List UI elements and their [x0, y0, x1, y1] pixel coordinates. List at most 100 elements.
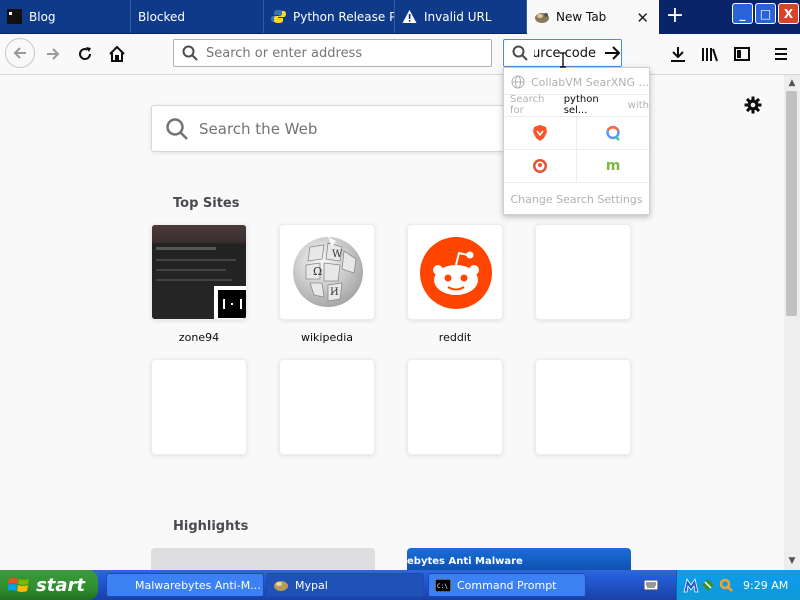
address-input[interactable] — [204, 44, 488, 62]
zone94-favicon — [214, 286, 246, 319]
windows-taskbar: start Malwarebytes Anti-M... Mypal C:\ C… — [0, 570, 800, 600]
start-label: start — [36, 574, 85, 596]
wikipedia-globe-icon: Ω W И — [293, 237, 363, 307]
library-button[interactable] — [696, 40, 724, 68]
sidebar-icon — [734, 47, 750, 61]
globe-icon — [511, 75, 525, 89]
network-tray-icon[interactable] — [701, 578, 715, 592]
reddit-logo-icon — [420, 237, 492, 309]
tab-label: New Tab — [556, 10, 607, 24]
engine-duckduckgo-button[interactable] — [504, 149, 577, 182]
top-site-wikipedia[interactable]: Ω W И — [279, 224, 375, 320]
scroll-up-arrow-icon[interactable]: ▲ — [786, 77, 798, 89]
tab-invalid-url[interactable]: Invalid URL — [395, 0, 527, 33]
highlight-card-title: ebytes Anti Malware — [407, 556, 523, 567]
mypal-icon — [534, 10, 549, 25]
go-arrow-icon[interactable] — [604, 45, 622, 61]
keyboard-icon[interactable] — [644, 580, 658, 590]
tab-label: Invalid URL — [424, 9, 492, 24]
mypal-icon — [274, 581, 288, 591]
terminal-icon — [7, 9, 22, 24]
top-site-empty[interactable] — [151, 359, 247, 455]
warning-icon — [402, 9, 417, 24]
command-prompt-icon: C:\ — [435, 578, 451, 592]
top-site-empty[interactable] — [535, 224, 631, 320]
duckduckgo-icon — [533, 159, 547, 173]
tab-blog[interactable]: Blog — [0, 0, 131, 33]
back-button[interactable] — [5, 38, 35, 68]
taskbar-item-mypal[interactable]: Mypal — [266, 573, 424, 597]
tab-new-tab[interactable]: New Tab ✕ — [527, 0, 659, 34]
engine-mojeek-button[interactable]: m — [577, 149, 649, 182]
change-search-settings-label: Change Search Settings — [510, 192, 643, 206]
close-window-button[interactable]: X — [778, 3, 799, 24]
top-site-empty[interactable] — [279, 359, 375, 455]
system-tray: 9:29 AM — [676, 570, 800, 600]
top-site-zone94[interactable] — [151, 224, 247, 320]
address-bar[interactable] — [173, 39, 492, 67]
taskbar-item-label: Command Prompt — [457, 578, 557, 592]
tab-label: Blog — [29, 9, 56, 24]
python-icon — [271, 9, 286, 24]
tab-label: Python Release Py — [293, 9, 395, 24]
search-for-query: python sel... — [563, 94, 599, 116]
navigation-toolbar — [0, 34, 800, 75]
tab-blocked[interactable]: Blocked — [131, 0, 264, 33]
settings-gear-icon[interactable] — [743, 95, 763, 115]
new-tab-page: Search the Web Top Sites zone94 Ω W И wi… — [0, 75, 784, 570]
qwant-icon — [606, 125, 620, 141]
text-cursor-icon — [560, 52, 566, 68]
engine-brave-button[interactable] — [504, 116, 577, 149]
svg-text:Ω: Ω — [313, 265, 322, 278]
search-tray-icon[interactable] — [719, 578, 733, 592]
tab-label: Blocked — [138, 9, 186, 24]
scrollbar-thumb[interactable] — [786, 91, 797, 316]
vertical-scrollbar[interactable]: ▲ ▼ — [784, 75, 800, 570]
malwarebytes-tray-icon[interactable] — [683, 577, 699, 593]
sidebar-button[interactable] — [728, 40, 756, 68]
scroll-down-arrow-icon[interactable]: ▼ — [786, 555, 798, 567]
downloads-button[interactable] — [664, 40, 692, 68]
web-search-placeholder: Search the Web — [199, 119, 318, 138]
forward-arrow-icon — [47, 48, 60, 60]
top-site-label: zone94 — [178, 331, 220, 344]
highlights-title: Highlights — [173, 519, 249, 534]
tab-strip: Blog Blocked Python Release Py Invalid U… — [0, 0, 800, 34]
search-icon — [182, 45, 198, 61]
current-engine-row[interactable]: CollabVM SearXNG ... — [504, 73, 649, 91]
home-button[interactable] — [103, 40, 131, 68]
web-search-box[interactable]: Search the Web — [151, 105, 511, 152]
top-site-empty[interactable] — [535, 359, 631, 455]
svg-text:И: И — [330, 287, 339, 298]
home-icon — [109, 45, 125, 62]
new-tab-button[interactable]: + — [662, 4, 688, 30]
tab-python-release[interactable]: Python Release Py — [264, 0, 395, 33]
top-site-empty[interactable] — [407, 359, 503, 455]
search-icon — [512, 45, 528, 61]
maximize-button[interactable]: □ — [755, 3, 776, 24]
taskbar-clock: 9:29 AM — [743, 579, 789, 592]
taskbar-item-malwarebytes[interactable]: Malwarebytes Anti-M... — [106, 573, 264, 597]
taskbar-item-label: Mypal — [295, 578, 328, 592]
brave-icon — [533, 125, 547, 141]
change-search-settings-button[interactable]: Change Search Settings — [504, 182, 649, 215]
search-icon — [166, 117, 188, 140]
menu-button[interactable] — [767, 40, 795, 68]
top-sites-title: Top Sites — [173, 196, 240, 211]
taskbar-item-command-prompt[interactable]: C:\ Command Prompt — [428, 573, 586, 597]
search-for-suffix: with — [627, 99, 649, 111]
download-icon — [671, 47, 685, 62]
close-tab-icon[interactable]: ✕ — [636, 9, 649, 27]
top-site-reddit[interactable] — [407, 224, 503, 320]
forward-button[interactable] — [39, 40, 67, 68]
reload-button[interactable] — [71, 40, 99, 68]
svg-text:W: W — [332, 249, 343, 260]
engine-qwant-button[interactable] — [577, 116, 649, 149]
minimize-button[interactable]: _ — [732, 3, 753, 24]
start-button[interactable]: start — [0, 570, 98, 600]
mojeek-icon: m — [605, 158, 621, 174]
top-site-label: reddit — [438, 331, 472, 344]
highlight-card-malwarebytes[interactable]: ebytes Anti Malware — [407, 548, 631, 570]
back-arrow-icon — [13, 47, 26, 59]
highlight-card[interactable] — [151, 548, 375, 570]
